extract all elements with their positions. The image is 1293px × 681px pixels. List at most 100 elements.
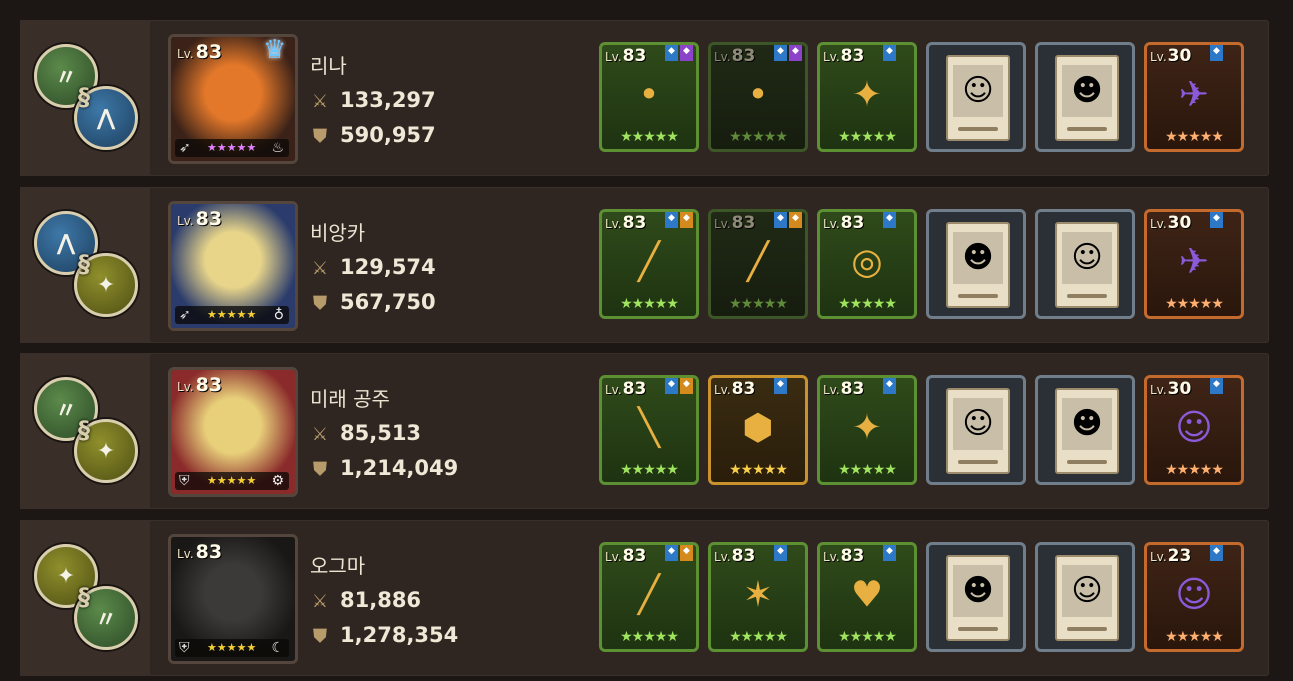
fire-icon: ♨: [271, 140, 284, 156]
card-art: ☻: [953, 232, 1003, 284]
card-label-bar: [958, 627, 998, 631]
card-slot[interactable]: ☻: [1035, 42, 1135, 152]
rune-flag-icon: ◆: [883, 45, 896, 61]
card-art: ☻: [1062, 398, 1112, 450]
bow-icon: ➶: [179, 140, 191, 156]
chain-panel: ⋀ ✦ §: [20, 187, 150, 343]
grade-flag-icon: ◆: [680, 212, 693, 228]
weapon-slot[interactable]: Lv.83 ◆ ◆ ╲ ★★★★★: [599, 375, 699, 485]
hero-stars: ★★★★★: [207, 308, 257, 321]
card-art: ☺: [1062, 232, 1112, 284]
defense-stat: ⛊ 590,957: [308, 123, 436, 147]
item-art: ◎: [851, 241, 883, 283]
accessory-slot[interactable]: Lv.83 ◆ ✦ ★★★★★: [817, 42, 917, 152]
item-level: Lv.30: [1150, 46, 1192, 66]
item-art: ⬢: [742, 407, 774, 449]
shield-icon: ⛊: [313, 293, 327, 314]
card-art: ☺: [953, 65, 1003, 117]
item-stars: ★★★★★: [620, 129, 679, 145]
hero-name: 비앙카: [310, 221, 366, 245]
hero-star-bar: ⛨ ★★★★★ ☾: [175, 639, 289, 657]
pet-slot[interactable]: Lv.23 ◆ ☺ ★★★★★: [1144, 542, 1244, 652]
rune-flag-icon: ◆: [1210, 378, 1223, 394]
item-stars: ★★★★★: [1165, 462, 1224, 478]
chain-panel: ✦ 〃 §: [20, 520, 150, 676]
card-label-bar: [1067, 627, 1107, 631]
swords-icon: ⚔: [311, 424, 329, 445]
hero-portrait[interactable]: Lv. 83 ➶ ★★★★★ ♁: [168, 201, 298, 331]
item-stars: ★★★★★: [620, 629, 679, 645]
hero-portrait[interactable]: Lv. 83 ⛨ ★★★★★ ⚙: [168, 367, 298, 497]
character-row[interactable]: ✦ 〃 § Lv. 83 ⛨ ★★★★★ ☾ 오그마 ⚔ 81,886 ⛊ 1,278,3…: [20, 520, 1269, 676]
card-face: ☻: [1055, 388, 1119, 474]
rune-flag-icon: ◆: [1210, 45, 1223, 61]
item-level: Lv.83: [714, 46, 756, 66]
item-art: ╱: [638, 574, 660, 616]
chain-skill[interactable]: 〃 ⋀ §: [34, 44, 138, 154]
hero-portrait[interactable]: Lv. 83 ⛨ ★★★★★ ☾: [168, 534, 298, 664]
shield-icon: ⛊: [313, 126, 327, 147]
card-slot[interactable]: ☺: [1035, 209, 1135, 319]
water-icon: ♁: [273, 307, 284, 323]
item-level: Lv.83: [823, 379, 865, 399]
pet-slot[interactable]: Lv.30 ◆ ✈ ★★★★★: [1144, 42, 1244, 152]
card-slot[interactable]: ☻: [1035, 375, 1135, 485]
gold-slot[interactable]: Lv.83 ◆ ⬢ ★★★★★: [708, 375, 808, 485]
character-row[interactable]: 〃 ⋀ § Lv. 83 ♛ ➶ ★★★★★ ♨ 리나 ⚔ 133,297 ⛊ 590,9…: [20, 20, 1269, 176]
card-face: ☻: [946, 222, 1010, 308]
character-row[interactable]: ⋀ ✦ § Lv. 83 ➶ ★★★★★ ♁ 비앙카 ⚔ 129,574 ⛊ 567,75…: [20, 187, 1269, 343]
weapon-slot[interactable]: Lv.83 ◆ ◆ • ★★★★★: [708, 42, 808, 152]
item-stars: ★★★★★: [838, 129, 897, 145]
card-art: ☻: [1062, 65, 1112, 117]
item-level: Lv.83: [823, 46, 865, 66]
hero-level: Lv. 83: [177, 541, 223, 563]
item-stars: ★★★★★: [620, 462, 679, 478]
defense-value: 590,957: [340, 123, 436, 147]
item-stars: ★★★★★: [1165, 129, 1224, 145]
hero-star-bar: ⛨ ★★★★★ ⚙: [175, 472, 289, 490]
chain-skill[interactable]: 〃 ✦ §: [34, 377, 138, 487]
swords-icon: ⚔: [311, 91, 329, 112]
item-stars: ★★★★★: [1165, 629, 1224, 645]
character-row[interactable]: 〃 ✦ § Lv. 83 ⛨ ★★★★★ ⚙ 미래 공주 ⚔ 85,513 ⛊ 1,214…: [20, 353, 1269, 509]
accessory-slot[interactable]: Lv.83 ◆ ♥ ★★★★★: [817, 542, 917, 652]
weapon-slot[interactable]: Lv.83 ◆ ✶ ★★★★★: [708, 542, 808, 652]
accessory-slot[interactable]: Lv.83 ◆ ✦ ★★★★★: [817, 375, 917, 485]
rune-flag-icon: ◆: [774, 45, 787, 61]
pet-slot[interactable]: Lv.30 ◆ ✈ ★★★★★: [1144, 209, 1244, 319]
card-slot[interactable]: ☺: [926, 375, 1026, 485]
attack-value: 85,513: [340, 421, 422, 445]
card-slot[interactable]: ☺: [926, 42, 1026, 152]
hero-portrait[interactable]: Lv. 83 ♛ ➶ ★★★★★ ♨: [168, 34, 298, 164]
item-art: ╲: [638, 407, 660, 449]
rune-flag-icon: ◆: [883, 545, 896, 561]
chain-skill[interactable]: ⋀ ✦ §: [34, 211, 138, 321]
rune-flag-icon: ◆: [774, 378, 787, 394]
weapon-slot[interactable]: Lv.83 ◆ ◆ ╱ ★★★★★: [708, 209, 808, 319]
card-slot[interactable]: ☺: [1035, 542, 1135, 652]
accessory-slot[interactable]: Lv.83 ◆ ◎ ★★★★★: [817, 209, 917, 319]
hero-level: Lv. 83: [177, 374, 223, 396]
pet-slot[interactable]: Lv.30 ◆ ☺ ★★★★★: [1144, 375, 1244, 485]
card-slot[interactable]: ☻: [926, 209, 1026, 319]
card-label-bar: [958, 294, 998, 298]
weapon-slot[interactable]: Lv.83 ◆ ◆ • ★★★★★: [599, 42, 699, 152]
attack-stat: ⚔ 129,574: [308, 255, 436, 279]
hero-name: 오그마: [310, 554, 366, 578]
defense-value: 1,214,049: [340, 456, 459, 480]
item-art: ☺: [1175, 574, 1213, 616]
attack-stat: ⚔ 133,297: [308, 88, 436, 112]
card-slot[interactable]: ☻: [926, 542, 1026, 652]
defense-value: 1,278,354: [340, 623, 459, 647]
grade-flag-icon: ◆: [789, 212, 802, 228]
item-art: ✦: [851, 407, 883, 449]
card-label-bar: [958, 127, 998, 131]
weapon-slot[interactable]: Lv.83 ◆ ◆ ╱ ★★★★★: [599, 209, 699, 319]
rune-flag-icon: ◆: [665, 378, 678, 394]
chain-skill[interactable]: ✦ 〃 §: [34, 544, 138, 654]
item-art: ✈: [1178, 241, 1210, 283]
item-level: Lv.83: [605, 546, 647, 566]
weapon-slot[interactable]: Lv.83 ◆ ◆ ╱ ★★★★★: [599, 542, 699, 652]
hero-star-bar: ➶ ★★★★★ ♨: [175, 139, 289, 157]
item-art: •: [747, 74, 769, 116]
